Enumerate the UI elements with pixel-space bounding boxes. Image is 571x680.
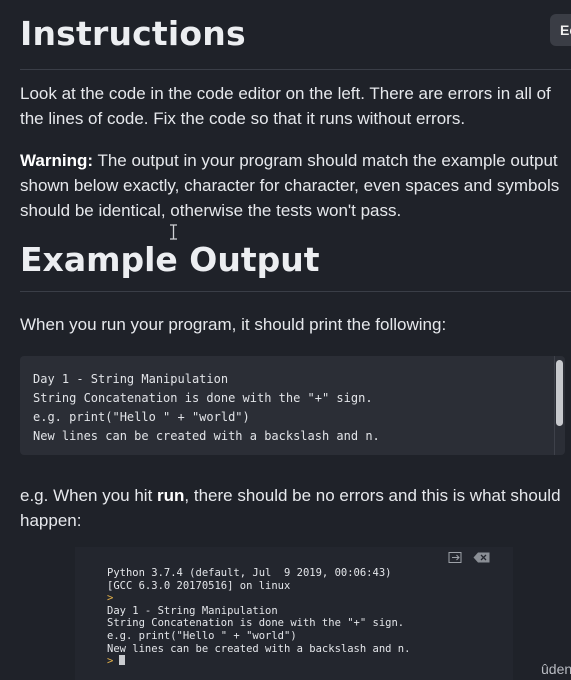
heading-divider xyxy=(20,291,571,292)
exit-terminal-icon[interactable] xyxy=(448,552,464,563)
title-divider xyxy=(20,69,571,70)
code-scrollbar[interactable] xyxy=(556,360,563,426)
terminal-line: Day 1 - String Manipulation xyxy=(107,604,278,617)
udemy-watermark: ûden xyxy=(541,661,571,677)
clear-terminal-icon[interactable] xyxy=(473,552,490,563)
terminal-line: e.g. print("Hello " + "world") xyxy=(107,629,297,642)
run-hint-before: e.g. When you hit xyxy=(20,486,158,505)
instructions-title: Instructions xyxy=(20,14,246,53)
example-code-block[interactable]: Day 1 - String Manipulation String Conca… xyxy=(20,356,565,455)
terminal-screenshot: Python 3.7.4 (default, Jul 9 2019, 00:06… xyxy=(75,547,513,680)
terminal-prompt: > xyxy=(107,655,114,668)
terminal-line: String Concatenation is done with the "+… xyxy=(107,617,405,630)
example-output-heading: Example Output xyxy=(20,240,320,279)
warning-paragraph: Warning: The output in your program shou… xyxy=(20,148,570,223)
code-line: String Concatenation is done with the "+… xyxy=(33,391,373,405)
terminal-cursor xyxy=(119,655,126,666)
code-line: New lines can be created with a backslas… xyxy=(33,429,380,443)
edit-button[interactable]: Ec xyxy=(550,14,571,46)
terminal-prompt: > xyxy=(107,592,114,605)
code-line: e.g. print("Hello " + "world") xyxy=(33,410,250,424)
warning-text: The output in your program should match … xyxy=(20,151,560,220)
run-keyword: run xyxy=(157,486,185,505)
warning-label: Warning: xyxy=(20,151,94,170)
terminal-output: Python 3.7.4 (default, Jul 9 2019, 00:06… xyxy=(107,567,410,668)
terminal-line: [GCC 6.3.0 20170516] on linux xyxy=(107,579,291,592)
text-cursor-icon xyxy=(170,224,177,240)
example-lead-text: When you run your program, it should pri… xyxy=(20,315,447,334)
intro-paragraph: Look at the code in the code editor on t… xyxy=(20,84,551,128)
run-hint-paragraph: e.g. When you hit run, there should be n… xyxy=(20,483,570,533)
code-line: Day 1 - String Manipulation xyxy=(33,372,229,386)
terminal-line: New lines can be created with a backslas… xyxy=(107,642,411,655)
scroll-track xyxy=(554,356,555,455)
terminal-line: Python 3.7.4 (default, Jul 9 2019, 00:06… xyxy=(107,567,392,579)
example-code: Day 1 - String Manipulation String Conca… xyxy=(33,370,380,446)
